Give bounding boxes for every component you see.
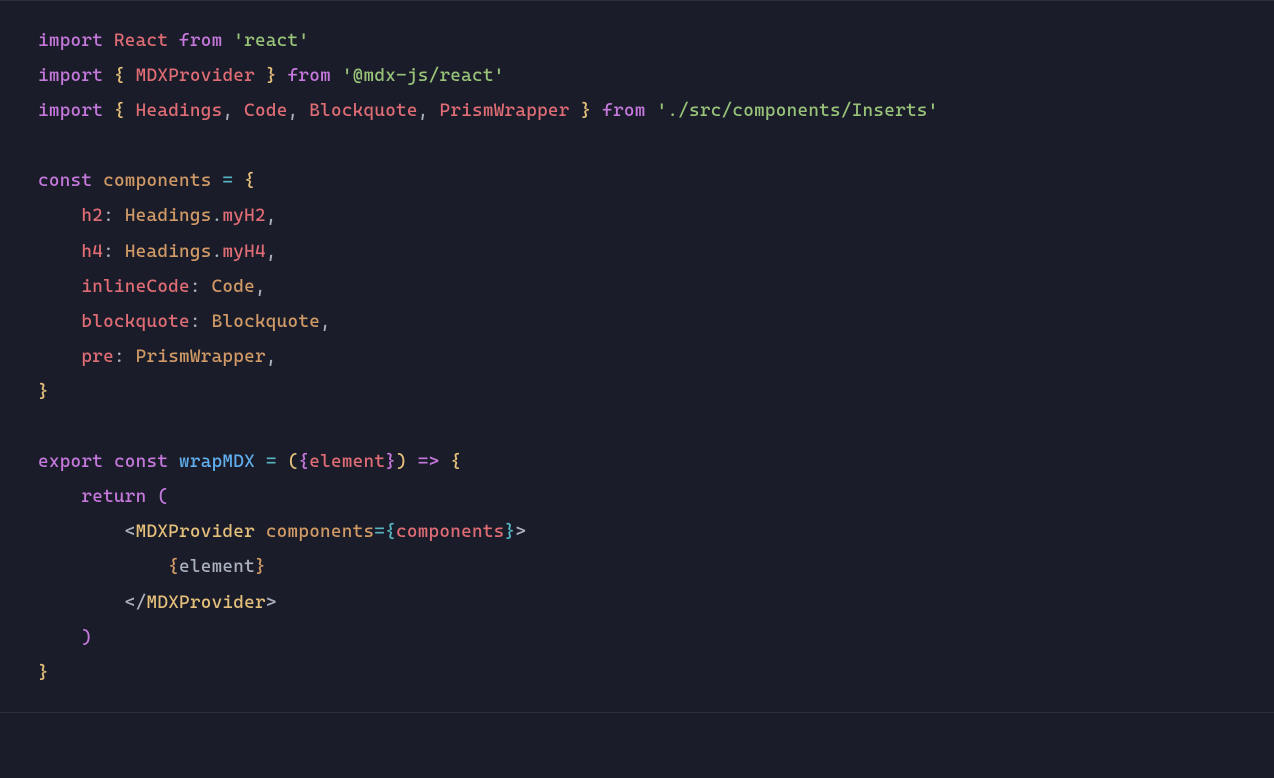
code-line-blank [38,128,1236,163]
jsx-expression: components [396,521,504,542]
property: myH2 [222,205,265,226]
keyword-export: export [38,451,103,472]
jsx-bracket: < [125,521,136,542]
brace: { [244,170,255,191]
property-key: inlineCode [81,276,189,297]
code-editor[interactable]: import React from 'react'import { MDXPro… [0,0,1274,713]
brace: } [38,381,49,402]
code-line: <MDXProvider components={components}> [38,514,1236,549]
value: PrismWrapper [136,346,266,367]
keyword-from: from [602,100,645,121]
identifier: MDXProvider [136,65,255,86]
jsx-expression: element [179,556,255,577]
code-line: return ( [38,479,1236,514]
identifier: Code [244,100,287,121]
code-line: import { Headings, Code, Blockquote, Pri… [38,93,1236,128]
punctuation: : [190,276,201,297]
punctuation: , [320,311,331,332]
operator: = [374,521,385,542]
function-name: wrapMDX [179,451,255,472]
arrow: => [418,451,440,472]
brace: } [266,65,277,86]
jsx-attribute: components [266,521,374,542]
code-line: blockquote: Blockquote, [38,304,1236,339]
punctuation: : [103,241,114,262]
keyword-const: const [38,170,92,191]
parameter: element [309,451,385,472]
identifier: React [114,30,168,51]
operator: = [222,170,233,191]
string-literal: 'react' [233,30,309,51]
punctuation: . [212,205,223,226]
identifier: PrismWrapper [439,100,569,121]
jsx-bracket: > [515,521,526,542]
code-line: import { MDXProvider } from '@mdx-js/rea… [38,58,1236,93]
jsx-component: MDXProvider [136,521,255,542]
object-ref: Headings [125,205,212,226]
keyword-import: import [38,30,103,51]
code-line: h2: Headings.myH2, [38,198,1236,233]
code-line: } [38,655,1236,690]
string-literal: '@mdx-js/react' [342,65,505,86]
punctuation: : [103,205,114,226]
punctuation: , [255,276,266,297]
keyword-return: return [81,486,146,507]
jsx-brace: { [385,521,396,542]
jsx-bracket: < [125,592,136,613]
code-line: inlineCode: Code, [38,269,1236,304]
code-line: } [38,374,1236,409]
keyword-const: const [114,451,168,472]
paren: ( [157,486,168,507]
property-key: blockquote [81,311,189,332]
brace: } [385,451,396,472]
punctuation: . [212,241,223,262]
value: Code [212,276,255,297]
property-key: pre [81,346,114,367]
keyword-import: import [38,65,103,86]
value: Blockquote [212,311,320,332]
brace: { [450,451,461,472]
paren: ( [288,451,299,472]
code-line: const components = { [38,163,1236,198]
jsx-bracket: / [136,592,147,613]
property: myH4 [222,241,265,262]
jsx-bracket: > [266,592,277,613]
punctuation: : [114,346,125,367]
code-line: export const wrapMDX = ({element}) => { [38,444,1236,479]
code-line: pre: PrismWrapper, [38,339,1236,374]
punctuation: : [190,311,201,332]
keyword-from: from [179,30,222,51]
jsx-brace: } [504,521,515,542]
code-line: h4: Headings.myH4, [38,234,1236,269]
jsx-component: MDXProvider [147,592,266,613]
code-line: import React from 'react' [38,23,1236,58]
paren: ) [81,627,92,648]
punctuation: , [266,346,277,367]
object-ref: Headings [125,241,212,262]
punctuation: , [266,205,277,226]
property-key: h4 [81,241,103,262]
jsx-brace: } [255,556,266,577]
brace: } [581,100,592,121]
keyword-import: import [38,100,103,121]
brace: } [38,662,49,683]
code-line: </MDXProvider> [38,585,1236,620]
brace: { [114,65,125,86]
punctuation: , [266,241,277,262]
code-line: {element} [38,549,1236,584]
code-line-blank [38,409,1236,444]
code-line: ) [38,620,1236,655]
operator: = [266,451,277,472]
brace: { [298,451,309,472]
paren: ) [396,451,407,472]
string-literal: './src/components/Inserts' [656,100,938,121]
identifier: Headings [136,100,223,121]
property-key: h2 [81,205,103,226]
brace: { [114,100,125,121]
identifier: Blockquote [309,100,417,121]
jsx-brace: { [168,556,179,577]
keyword-from: from [288,65,331,86]
variable-name: components [103,170,211,191]
